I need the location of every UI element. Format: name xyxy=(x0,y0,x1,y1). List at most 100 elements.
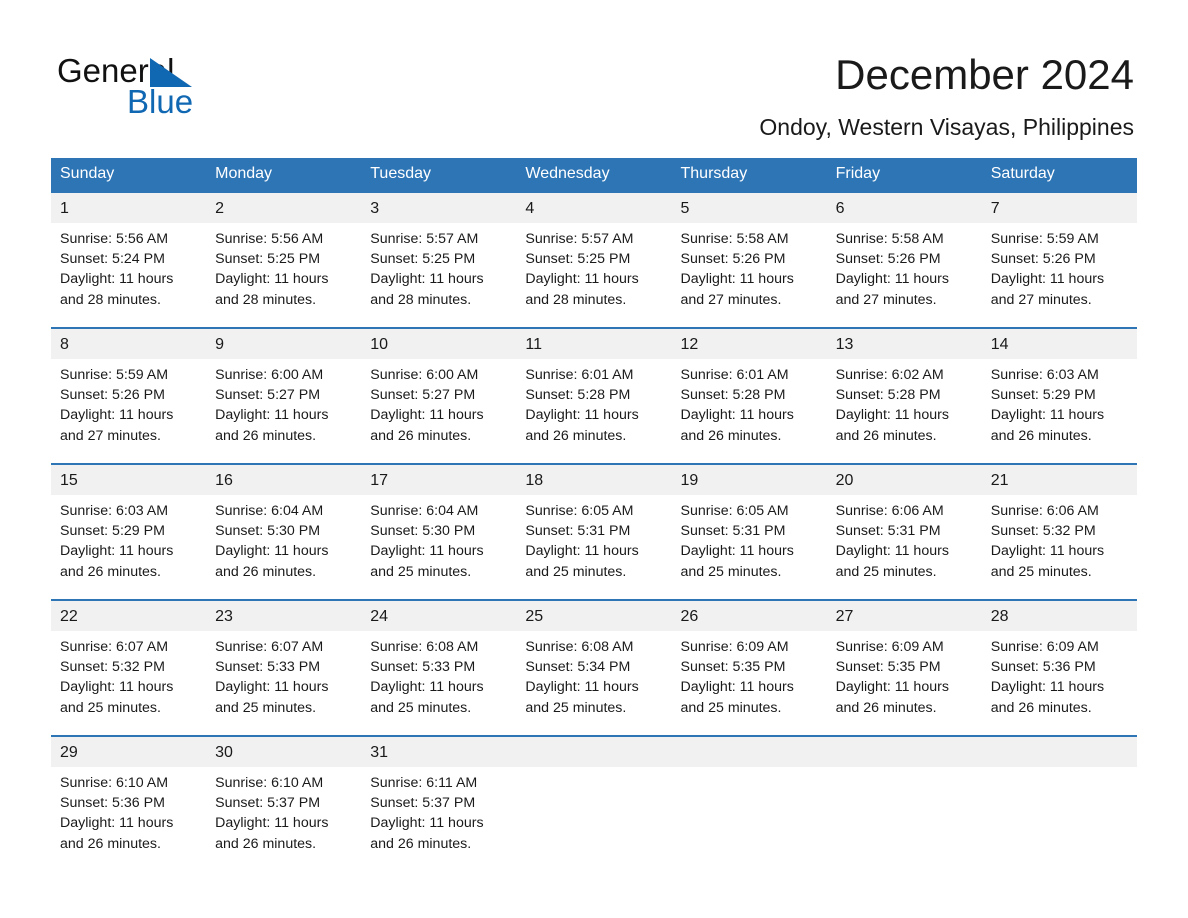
day-number[interactable]: 28 xyxy=(982,601,1137,631)
day-number[interactable]: 19 xyxy=(672,465,827,495)
day-cell[interactable]: Sunrise: 6:00 AM Sunset: 5:27 PM Dayligh… xyxy=(206,359,361,463)
day-cell[interactable]: Sunrise: 6:05 AM Sunset: 5:31 PM Dayligh… xyxy=(672,495,827,599)
day-cell[interactable]: Sunrise: 6:04 AM Sunset: 5:30 PM Dayligh… xyxy=(206,495,361,599)
day-number[interactable]: 8 xyxy=(51,329,206,359)
daylight-text: Daylight: 11 hours and 26 minutes. xyxy=(215,543,329,580)
day-cell[interactable]: Sunrise: 5:56 AM Sunset: 5:25 PM Dayligh… xyxy=(206,223,361,327)
daylight-text: Daylight: 11 hours and 27 minutes. xyxy=(990,271,1105,308)
day-cell[interactable]: Sunrise: 5:57 AM Sunset: 5:25 PM Dayligh… xyxy=(516,223,671,327)
day-cell[interactable]: Sunrise: 6:02 AM Sunset: 5:28 PM Dayligh… xyxy=(827,359,982,463)
day-cell[interactable]: Sunrise: 6:09 AM Sunset: 5:35 PM Dayligh… xyxy=(827,631,982,735)
day-cell[interactable]: Sunrise: 5:59 AM Sunset: 5:26 PM Dayligh… xyxy=(51,359,206,463)
day-number[interactable]: 26 xyxy=(672,601,827,631)
day-cell[interactable]: Sunrise: 6:08 AM Sunset: 5:34 PM Dayligh… xyxy=(516,631,671,735)
day-number[interactable]: 7 xyxy=(982,193,1137,223)
day-number[interactable]: 4 xyxy=(516,193,671,223)
sunset-text: Sunset: 5:29 PM xyxy=(60,523,165,540)
sunrise-text: Sunrise: 5:56 AM xyxy=(215,231,324,247)
day-cell[interactable]: Sunrise: 6:10 AM Sunset: 5:36 PM Dayligh… xyxy=(51,767,206,871)
day-cell[interactable]: Sunrise: 6:09 AM Sunset: 5:35 PM Dayligh… xyxy=(672,631,827,735)
day-cell[interactable]: Sunrise: 5:58 AM Sunset: 5:26 PM Dayligh… xyxy=(672,223,827,327)
day-cell[interactable]: Sunrise: 6:11 AM Sunset: 5:37 PM Dayligh… xyxy=(361,767,516,871)
day-number[interactable]: 14 xyxy=(982,329,1137,359)
day-cell[interactable]: Sunrise: 6:03 AM Sunset: 5:29 PM Dayligh… xyxy=(982,359,1137,463)
daylight-text: Daylight: 11 hours and 26 minutes. xyxy=(990,407,1105,444)
sunset-text: Sunset: 5:30 PM xyxy=(370,523,476,540)
daylight-text: Daylight: 11 hours and 26 minutes. xyxy=(835,679,949,716)
calendar-week-row: 1 2 3 4 5 6 7 Sunrise: 5:56 AM Sunset: 5… xyxy=(51,191,1137,327)
sunset-text: Sunset: 5:25 PM xyxy=(215,251,321,268)
sunrise-text: Sunrise: 6:03 AM xyxy=(60,503,169,519)
page-header: General Blue December 2024 Ondoy, Wester… xyxy=(0,0,1188,150)
sunset-text: Sunset: 5:37 PM xyxy=(215,795,321,812)
day-number[interactable]: 2 xyxy=(206,193,361,223)
day-cell[interactable]: Sunrise: 6:10 AM Sunset: 5:37 PM Dayligh… xyxy=(206,767,361,871)
sunrise-text: Sunrise: 6:02 AM xyxy=(835,367,944,383)
day-number-empty xyxy=(516,737,671,767)
day-number[interactable]: 17 xyxy=(361,465,516,495)
day-cell[interactable]: Sunrise: 6:01 AM Sunset: 5:28 PM Dayligh… xyxy=(516,359,671,463)
day-cell[interactable]: Sunrise: 5:59 AM Sunset: 5:26 PM Dayligh… xyxy=(982,223,1137,327)
week-detail-band: Sunrise: 5:59 AM Sunset: 5:26 PM Dayligh… xyxy=(51,359,1137,463)
sunset-text: Sunset: 5:28 PM xyxy=(525,387,631,404)
day-cell[interactable]: Sunrise: 6:04 AM Sunset: 5:30 PM Dayligh… xyxy=(361,495,516,599)
day-number[interactable]: 20 xyxy=(827,465,982,495)
day-cell[interactable]: Sunrise: 6:06 AM Sunset: 5:32 PM Dayligh… xyxy=(982,495,1137,599)
generalblue-logo[interactable]: General Blue xyxy=(57,52,397,132)
daylight-text: Daylight: 11 hours and 26 minutes. xyxy=(215,815,329,852)
day-number[interactable]: 12 xyxy=(672,329,827,359)
day-cell[interactable]: Sunrise: 5:58 AM Sunset: 5:26 PM Dayligh… xyxy=(827,223,982,327)
calendar-table: Sunday Monday Tuesday Wednesday Thursday… xyxy=(51,158,1137,871)
sunset-text: Sunset: 5:27 PM xyxy=(370,387,476,404)
day-number[interactable]: 30 xyxy=(206,737,361,767)
day-cell[interactable]: Sunrise: 6:05 AM Sunset: 5:31 PM Dayligh… xyxy=(516,495,671,599)
day-number[interactable]: 11 xyxy=(516,329,671,359)
weekday-header-sunday: Sunday xyxy=(60,165,115,182)
daylight-text: Daylight: 11 hours and 25 minutes. xyxy=(370,543,484,580)
sunset-text: Sunset: 5:32 PM xyxy=(990,523,1096,540)
day-number[interactable]: 16 xyxy=(206,465,361,495)
day-number[interactable]: 27 xyxy=(827,601,982,631)
day-cell[interactable]: Sunrise: 6:08 AM Sunset: 5:33 PM Dayligh… xyxy=(361,631,516,735)
day-cell[interactable]: Sunrise: 6:00 AM Sunset: 5:27 PM Dayligh… xyxy=(361,359,516,463)
daylight-text: Daylight: 11 hours and 25 minutes. xyxy=(680,543,794,580)
week-detail-band: Sunrise: 5:56 AM Sunset: 5:24 PM Dayligh… xyxy=(51,223,1137,327)
sunrise-text: Sunrise: 6:09 AM xyxy=(680,639,789,655)
sunset-text: Sunset: 5:35 PM xyxy=(680,659,786,676)
sunset-text: Sunset: 5:31 PM xyxy=(835,523,941,540)
day-number[interactable]: 10 xyxy=(361,329,516,359)
day-number[interactable]: 21 xyxy=(982,465,1137,495)
day-number[interactable]: 22 xyxy=(51,601,206,631)
day-cell[interactable]: Sunrise: 5:56 AM Sunset: 5:24 PM Dayligh… xyxy=(51,223,206,327)
week-date-band: 15 16 17 18 19 20 21 xyxy=(51,465,1137,495)
day-number[interactable]: 1 xyxy=(51,193,206,223)
day-number[interactable]: 5 xyxy=(672,193,827,223)
day-cell[interactable]: Sunrise: 6:01 AM Sunset: 5:28 PM Dayligh… xyxy=(672,359,827,463)
day-number[interactable]: 31 xyxy=(361,737,516,767)
day-cell[interactable]: Sunrise: 6:07 AM Sunset: 5:33 PM Dayligh… xyxy=(206,631,361,735)
day-number[interactable]: 24 xyxy=(361,601,516,631)
week-date-band: 22 23 24 25 26 27 28 xyxy=(51,601,1137,631)
day-number[interactable]: 25 xyxy=(516,601,671,631)
sunrise-text: Sunrise: 6:07 AM xyxy=(60,639,169,655)
daylight-text: Daylight: 11 hours and 28 minutes. xyxy=(525,271,639,308)
day-cell[interactable]: Sunrise: 6:03 AM Sunset: 5:29 PM Dayligh… xyxy=(51,495,206,599)
daylight-text: Daylight: 11 hours and 26 minutes. xyxy=(60,815,174,852)
day-number[interactable]: 15 xyxy=(51,465,206,495)
day-cell[interactable]: Sunrise: 6:06 AM Sunset: 5:31 PM Dayligh… xyxy=(827,495,982,599)
sunrise-text: Sunrise: 6:08 AM xyxy=(370,639,479,655)
week-date-band: 29 30 31 xyxy=(51,737,1137,767)
day-cell[interactable]: Sunrise: 5:57 AM Sunset: 5:25 PM Dayligh… xyxy=(361,223,516,327)
day-number[interactable]: 6 xyxy=(827,193,982,223)
calendar-week-row: 29 30 31 Sunrise: 6:10 AM Sunset: 5:36 P… xyxy=(51,735,1137,871)
day-number[interactable]: 23 xyxy=(206,601,361,631)
day-number[interactable]: 3 xyxy=(361,193,516,223)
day-cell[interactable]: Sunrise: 6:09 AM Sunset: 5:36 PM Dayligh… xyxy=(982,631,1137,735)
day-number[interactable]: 29 xyxy=(51,737,206,767)
day-number-empty xyxy=(827,737,982,767)
day-number[interactable]: 9 xyxy=(206,329,361,359)
sunrise-text: Sunrise: 6:10 AM xyxy=(60,775,169,791)
day-number[interactable]: 13 xyxy=(827,329,982,359)
day-number[interactable]: 18 xyxy=(516,465,671,495)
day-cell[interactable]: Sunrise: 6:07 AM Sunset: 5:32 PM Dayligh… xyxy=(51,631,206,735)
